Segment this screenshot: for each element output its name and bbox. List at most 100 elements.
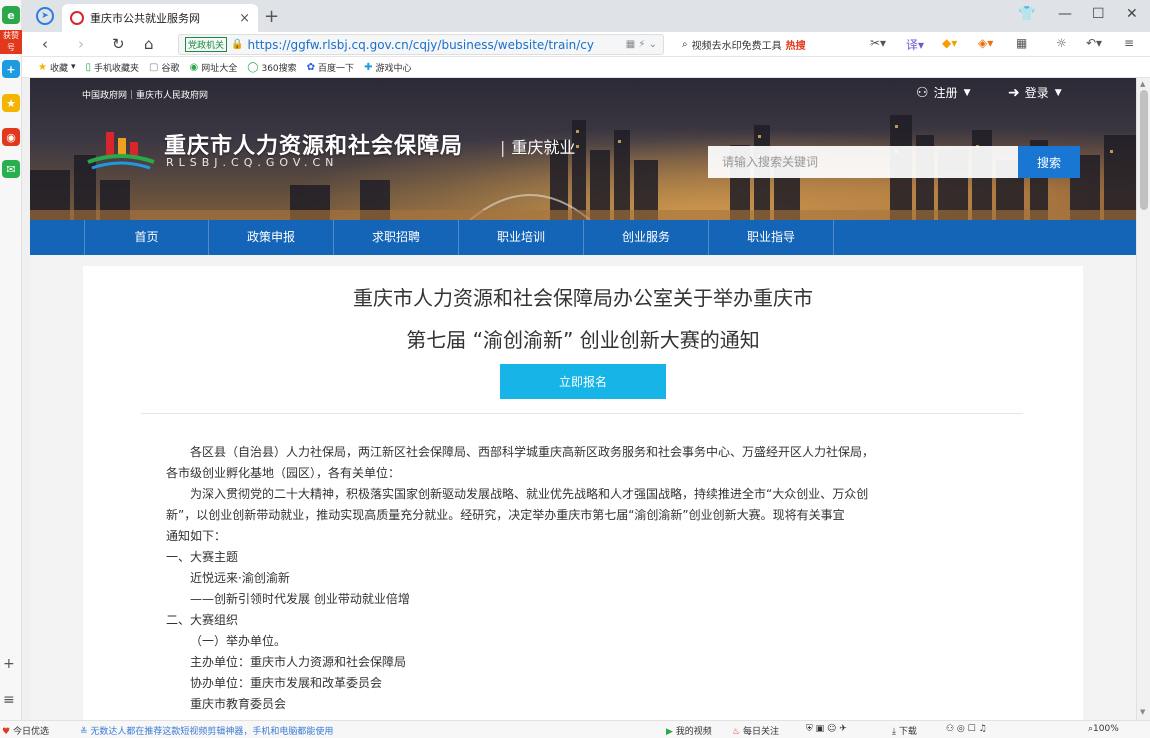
article-title-line1: 重庆市人力资源和社会保障局办公室关于举办重庆市 — [353, 286, 813, 310]
heart-icon: ♥ — [2, 727, 11, 737]
menu-icon[interactable]: ≡ — [1124, 36, 1134, 50]
maximize-button[interactable]: ☐ — [1092, 6, 1105, 22]
scroll-down-icon[interactable]: ▼ — [1140, 708, 1145, 716]
daily-follow-label: 每日关注 — [742, 727, 779, 737]
new-tab-button[interactable]: + — [264, 6, 279, 27]
my-video-button[interactable]: ▶ 我的视频 — [666, 724, 712, 737]
site-search-input[interactable] — [708, 146, 1018, 178]
signup-button[interactable]: 立即报名 — [500, 364, 666, 399]
browser-left-sidebar: e 获赞号 + ★ ◉ ✉ + ≡ — [0, 0, 22, 720]
phone-icon: ▯ — [85, 61, 92, 73]
brightness-icon[interactable]: ☼ — [1056, 36, 1067, 50]
bookmark-mobile[interactable]: ▯ 手机收藏夹 — [86, 61, 140, 74]
site-subtitle-text: 重庆就业 — [511, 138, 576, 157]
zoom-level[interactable]: ⌕100% — [1088, 724, 1119, 734]
status-tool-icons[interactable]: ⛨ ▣ ☺ ✈ — [806, 724, 847, 734]
sidebar-badge[interactable]: 获赞号 — [0, 30, 22, 54]
daily-follow-button[interactable]: ♨ 每日关注 — [732, 724, 779, 737]
forward-button[interactable]: › — [78, 35, 84, 53]
navigation-icon[interactable]: ➤ — [36, 7, 54, 25]
translate-icon[interactable]: 译▾ — [906, 36, 924, 53]
url-text[interactable]: https://ggfw.rlsbj.cq.gov.cn/cqjy/busine… — [247, 38, 619, 52]
scroll-thumb[interactable] — [1140, 90, 1148, 210]
nav-policy[interactable]: 政策申报 — [209, 220, 334, 255]
game-icon[interactable]: ◈▾ — [978, 36, 993, 50]
header-banner: 中国政府网｜重庆市人民政府网 重庆市人力资源和社会保障局 | 重庆就业 RLSBJ… — [30, 78, 1136, 220]
login-button[interactable]: ➜ 登录 ▼ — [1008, 84, 1062, 101]
back-button[interactable]: ‹ — [42, 35, 48, 53]
url-actions-icon[interactable]: ▦ ⚡ ⌄ — [626, 39, 657, 50]
sidebar-menu-icon[interactable]: ≡ — [3, 692, 15, 708]
status-bar: ♥ 今日优选 ≚ 无数达人都在推荐这款短视频剪辑神器，手机和电脑都能使用 ▶ 我… — [0, 720, 1150, 738]
browser-logo-icon[interactable]: e — [2, 6, 20, 24]
star-icon: ★ — [38, 61, 47, 73]
browser-search-text: 视频去水印免费工具 — [691, 41, 782, 52]
page-icon: ▢ — [149, 61, 159, 73]
article-heading: 一、大赛主题 — [166, 550, 239, 564]
article-paragraph: 协办单位：重庆市发展和改革委员会 — [190, 676, 383, 690]
site-subtitle: | 重庆就业 — [500, 138, 576, 157]
sidebar-mail-icon[interactable]: ✉ — [2, 160, 20, 178]
sidebar-plus-app-icon[interactable]: + — [2, 60, 20, 78]
address-bar[interactable]: 党政机关 🔒 https://ggfw.rlsbj.cq.gov.cn/cqjy… — [178, 34, 664, 55]
undo-icon[interactable]: ↶▾ — [1086, 36, 1102, 50]
status-extra-icons[interactable]: ⚇ ◎ ☐ ♫ — [946, 724, 987, 734]
bookmark-360-search[interactable]: ◯ 360搜索 — [247, 61, 296, 74]
bookmark-favorites[interactable]: ★ 收藏 ▾ — [38, 61, 76, 74]
gov-site-badge: 党政机关 — [185, 37, 228, 52]
register-button[interactable]: ⚇ 注册 ▼ — [916, 84, 971, 101]
browser-search-box[interactable]: ⌕ 视频去水印免费工具 热搜 — [678, 34, 870, 55]
skin-icon[interactable]: 👕 — [1018, 6, 1035, 22]
minimize-button[interactable]: — — [1058, 6, 1072, 22]
bookmark-label: 手机收藏夹 — [94, 63, 140, 74]
daily-picks[interactable]: ♥ 今日优选 — [2, 724, 49, 737]
home-button[interactable]: ⌂ — [144, 35, 154, 53]
search-circle-icon: ◯ — [247, 61, 259, 73]
tab-active[interactable]: 重庆市公共就业服务网 × — [62, 4, 258, 32]
reload-button[interactable]: ↻ — [112, 35, 125, 53]
close-window-button[interactable]: ✕ — [1126, 6, 1138, 22]
nav-training[interactable]: 职业培训 — [459, 220, 584, 255]
user-icon: ⚇ — [916, 84, 929, 101]
article-paragraph: 近悦远来·渝创渝新 — [190, 571, 290, 585]
bookmark-label: 收藏 — [49, 63, 68, 74]
article-paragraph: 各区县（自治县）人力社保局，两江新区社会保障局、西部科学城重庆高新区政务服务和社… — [190, 445, 875, 459]
site-favicon-icon — [70, 11, 84, 25]
sidebar-weibo-icon[interactable]: ◉ — [2, 128, 20, 146]
sidebar-star-icon[interactable]: ★ — [2, 94, 20, 112]
download-icon: ⤓ — [892, 727, 896, 737]
nav-career-guidance[interactable]: 职业指导 — [709, 220, 834, 255]
extension-icon[interactable]: ◆▾ — [942, 36, 957, 50]
article-paragraph: 新”，以创业创新带动就业，推动实现高质量充分就业。经研究，决定举办重庆市第七届“… — [166, 508, 845, 522]
lock-icon[interactable]: 🔒 — [231, 39, 243, 50]
nav-jobs[interactable]: 求职招聘 — [334, 220, 459, 255]
scissors-icon[interactable]: ✂▾ — [870, 36, 886, 50]
promo-link[interactable]: ≚ 无数达人都在推荐这款短视频剪辑神器，手机和电脑都能使用 — [80, 724, 333, 737]
bookmark-label: 360搜索 — [261, 63, 297, 74]
hot-search-badge: 热搜 — [785, 41, 806, 52]
bookmark-label: 网址大全 — [201, 63, 238, 74]
bookmark-game-center[interactable]: ✚ 游戏中心 — [364, 61, 411, 74]
scroll-up-icon[interactable]: ▲ — [1140, 80, 1145, 88]
bookmark-label: 游戏中心 — [375, 63, 412, 74]
tab-close-icon[interactable]: × — [239, 11, 250, 26]
gov-links[interactable]: 中国政府网｜重庆市人民政府网 — [82, 88, 208, 101]
page-scrollbar[interactable]: ▲ ▼ — [1136, 78, 1150, 720]
nav-entrepreneurship[interactable]: 创业服务 — [584, 220, 709, 255]
my-video-label: 我的视频 — [675, 727, 712, 737]
grid-icon[interactable]: ▦ — [1016, 36, 1027, 50]
article-paragraph: 主办单位：重庆市人力资源和社会保障局 — [190, 655, 407, 669]
bookmark-google[interactable]: ▢ 谷歌 — [149, 61, 179, 74]
site-search-button[interactable]: 搜索 — [1018, 146, 1080, 178]
bookmark-site-directory[interactable]: ◉ 网址大全 — [190, 61, 238, 74]
download-button[interactable]: ⤓ 下载 — [892, 724, 917, 737]
paw-icon: ✿ — [306, 61, 316, 73]
main-nav: 首页 政策申报 求职招聘 职业培训 创业服务 职业指导 — [30, 220, 1136, 255]
nav-home[interactable]: 首页 — [84, 220, 209, 255]
promo-text: 无数达人都在推荐这款短视频剪辑神器，手机和电脑都能使用 — [90, 727, 334, 737]
bureau-emblem-icon — [87, 132, 155, 170]
article-paragraph: ——创新引领时代发展 创业带动就业倍增 — [190, 592, 410, 606]
sidebar-add-icon[interactable]: + — [3, 656, 15, 672]
bookmark-label: 谷歌 — [161, 63, 180, 74]
bookmark-baidu[interactable]: ✿ 百度一下 — [307, 61, 354, 74]
